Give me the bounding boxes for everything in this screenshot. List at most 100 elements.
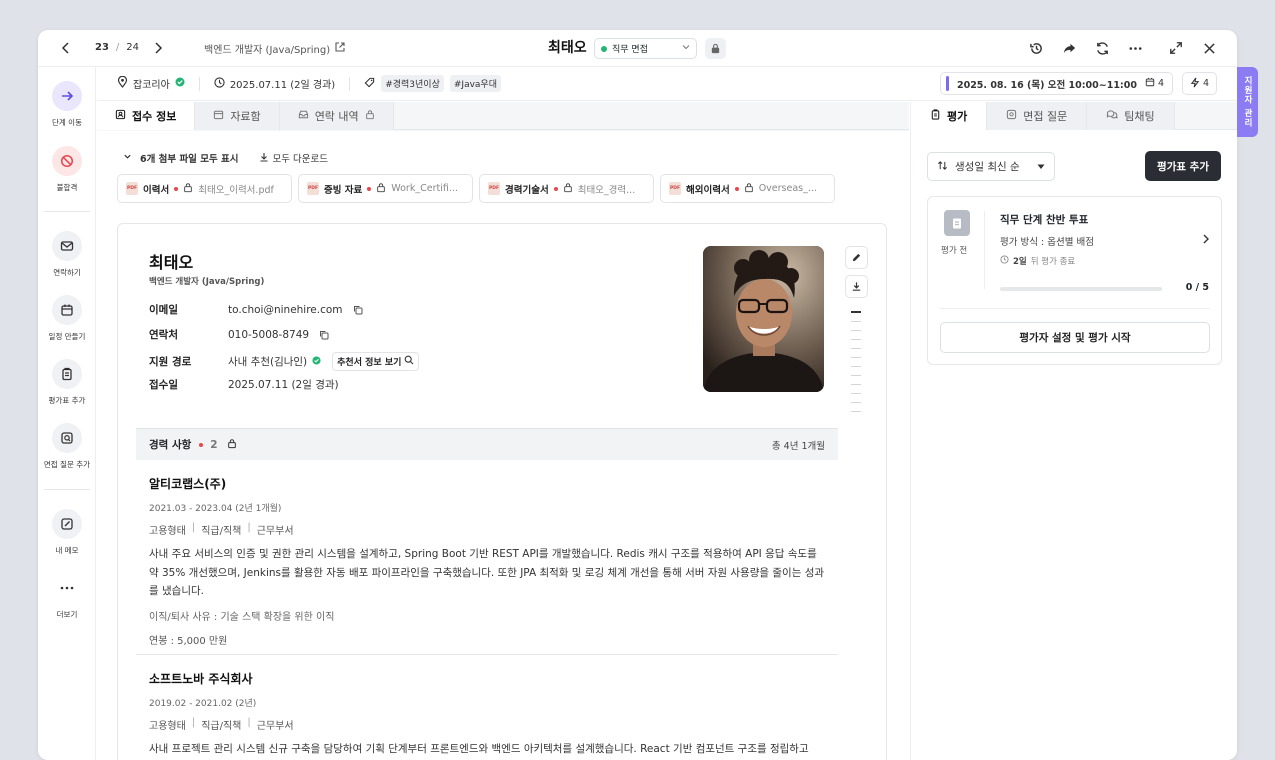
attachment-file[interactable]: PDF 이력서 최태오_이력서.pdf xyxy=(117,174,292,203)
tag-chip[interactable]: #경력3년이상 xyxy=(381,75,444,92)
minimap-tick xyxy=(851,402,861,403)
tab-label: 연락 내역 xyxy=(314,110,359,123)
phone-label: 연락처 xyxy=(149,329,178,341)
minimap-tick xyxy=(851,357,861,358)
career-meta: 고용형태 | 직급/직책 | 근무부서 xyxy=(149,522,829,537)
sidebar-item-schedule[interactable]: 일정 만들기 xyxy=(38,295,96,342)
download-all-label: 모두 다운로드 xyxy=(272,154,328,165)
edit-icon xyxy=(52,509,82,539)
chevron-right-icon[interactable] xyxy=(1201,233,1211,248)
attachment-name: 이력서 xyxy=(143,184,170,196)
id-card-icon xyxy=(115,109,126,123)
schedule-count: 4 xyxy=(1145,77,1164,90)
candidate-management-tab[interactable]: 지원자 관리 xyxy=(1237,67,1258,137)
deadline-suffix: 뒤 평가 종료 xyxy=(1030,257,1076,267)
tab-application-info[interactable]: 접수 정보 xyxy=(97,102,196,130)
attachment-name: 증빙 자료 xyxy=(324,184,363,196)
required-dot xyxy=(367,186,372,191)
sidebar-item-memo[interactable]: 내 메모 xyxy=(38,509,96,556)
sidebar-item-label: 면접 질문 추가 xyxy=(43,460,91,469)
tab-documents[interactable]: 자료함 xyxy=(195,102,280,130)
chevron-down-icon[interactable] xyxy=(123,152,132,164)
tab-evaluation[interactable]: 평가 xyxy=(911,102,988,130)
career-description: 사내 프로젝트 관리 시스템 신규 구축을 담당하여 기획 단계부터 프론트엔드… xyxy=(149,743,809,755)
calendar-icon xyxy=(1145,77,1155,90)
sort-select[interactable]: 생성일 최신 순 xyxy=(927,152,1055,181)
evaluation-card[interactable]: 평가 전 직무 단계 찬반 투표 평가 방식 : 옵션별 배점 2일 뒤 평가 … xyxy=(927,196,1222,365)
document-icon xyxy=(944,210,970,236)
top-bar: 23 / 24 백엔드 개발자 (Java/Spring) 최태오 직무 면접 xyxy=(38,30,1237,67)
sidebar-item-label: 일정 만들기 xyxy=(48,332,86,341)
tab-contact-history[interactable]: 연락 내역 xyxy=(279,102,394,130)
schedule-accent-bar xyxy=(945,76,949,91)
external-link-icon xyxy=(335,42,345,55)
tag-icon[interactable] xyxy=(364,77,375,91)
meta-sep: | xyxy=(191,717,196,728)
pager-separator: / xyxy=(115,42,120,53)
attachment-file[interactable]: PDF 경력기술서 최태오_경력... xyxy=(479,174,654,203)
attachment-name: 경력기술서 xyxy=(505,184,549,196)
more-icon[interactable] xyxy=(1125,38,1145,58)
download-icon[interactable] xyxy=(845,275,868,298)
sidebar-item-contact[interactable]: 연락하기 xyxy=(38,231,96,278)
tab-team-chat[interactable]: 팀채팅 xyxy=(1087,102,1175,130)
leave-reason: 이직/퇴사 사유 : 기술 스택 확장을 위한 이직 xyxy=(149,611,335,623)
scroll-minimap[interactable] xyxy=(851,311,861,412)
copy-icon[interactable] xyxy=(317,328,331,342)
minimap-tick xyxy=(851,330,861,331)
share-icon[interactable] xyxy=(1059,38,1079,58)
phone-value[interactable]: 010-5008-8749 xyxy=(228,329,309,341)
history-icon[interactable] xyxy=(1026,38,1046,58)
applied-date: 2025.07.11 (2일 경과) xyxy=(229,80,336,91)
career-period: 2019.02 - 2021.02 (2년) xyxy=(149,699,257,709)
sidebar-item-add-question[interactable]: 면접 질문 추가 xyxy=(38,423,96,470)
sidebar-item-add-evaluation[interactable]: 평가표 추가 xyxy=(38,359,96,406)
stage-select[interactable]: 직무 면접 xyxy=(594,38,697,59)
evaluation-panel: 평가 면접 질문 팀채팅 생성일 최신 순 평가표 추가 평가 전 직무 단계 … xyxy=(910,102,1237,760)
email-value[interactable]: to.choi@ninehire.com xyxy=(228,304,343,316)
meta-sep: | xyxy=(191,522,196,533)
date-label: 접수일 xyxy=(149,379,178,391)
tag-chip[interactable]: #Java우대 xyxy=(449,75,501,92)
lock-icon[interactable] xyxy=(705,38,726,59)
close-icon[interactable] xyxy=(1199,38,1219,58)
sidebar-item-move-stage[interactable]: 단계 이동 xyxy=(38,81,96,128)
date-row: 접수일 2025.07.11 (2일 경과) xyxy=(149,377,339,392)
divider xyxy=(198,76,200,91)
tab-interview-questions[interactable]: 면접 질문 xyxy=(987,102,1088,130)
prev-candidate-icon[interactable] xyxy=(56,38,76,58)
minimap-tick xyxy=(851,411,861,412)
sidebar-item-label: 불합격 xyxy=(56,183,78,192)
add-evaluation-button[interactable]: 평가표 추가 xyxy=(1145,151,1221,181)
attachment-file[interactable]: PDF 증빙 자료 Work_Certifi... xyxy=(298,174,473,203)
pager-current: 23 xyxy=(95,42,109,53)
phone-value-wrap: 010-5008-8749 xyxy=(228,328,331,342)
position: 직급/직책 xyxy=(201,526,242,537)
evaluation-tabs: 평가 면접 질문 팀채팅 xyxy=(911,102,1237,130)
schedule-text: 2025. 08. 16 (목) 오전 10:00~11:00 xyxy=(956,79,1137,91)
flash-count-chip[interactable]: 4 xyxy=(1181,72,1217,95)
copy-icon[interactable] xyxy=(351,303,365,317)
arrow-right-icon xyxy=(52,81,82,111)
job-posting-link[interactable]: 백엔드 개발자 (Java/Spring) xyxy=(204,41,345,56)
referral-info-button[interactable]: 추천서 정보 보기 xyxy=(332,352,420,371)
source-info: 잡코리아 xyxy=(117,75,185,91)
attachment-file[interactable]: PDF 해외이력서 Overseas_... xyxy=(660,174,835,203)
clipboard-icon xyxy=(930,109,941,123)
evaluation-status: 평가 전 xyxy=(941,246,968,256)
calendar-icon xyxy=(52,295,82,325)
expand-icon[interactable] xyxy=(1166,38,1186,58)
minimap-tick xyxy=(851,384,861,385)
stage-status-dot xyxy=(601,45,607,52)
sidebar-item-more[interactable]: 더보기 xyxy=(38,573,96,620)
pencil-icon[interactable] xyxy=(845,246,868,269)
schedule-chip[interactable]: 2025. 08. 16 (목) 오전 10:00~11:00 4 xyxy=(939,72,1173,95)
profile-card: 최태오 백엔드 개발자 (Java/Spring) 이메일 to.choi@ni… xyxy=(117,223,887,760)
start-evaluation-button[interactable]: 평가자 설정 및 평가 시작 xyxy=(940,322,1210,353)
download-all-button[interactable]: 모두 다운로드 xyxy=(259,151,328,165)
folder-icon xyxy=(213,109,224,123)
refresh-icon[interactable] xyxy=(1092,38,1112,58)
sidebar-item-reject[interactable]: 불합격 xyxy=(38,146,96,193)
attachments-toggle[interactable]: 6개 첨부 파일 모두 표시 xyxy=(140,151,239,165)
next-candidate-icon[interactable] xyxy=(148,38,168,58)
